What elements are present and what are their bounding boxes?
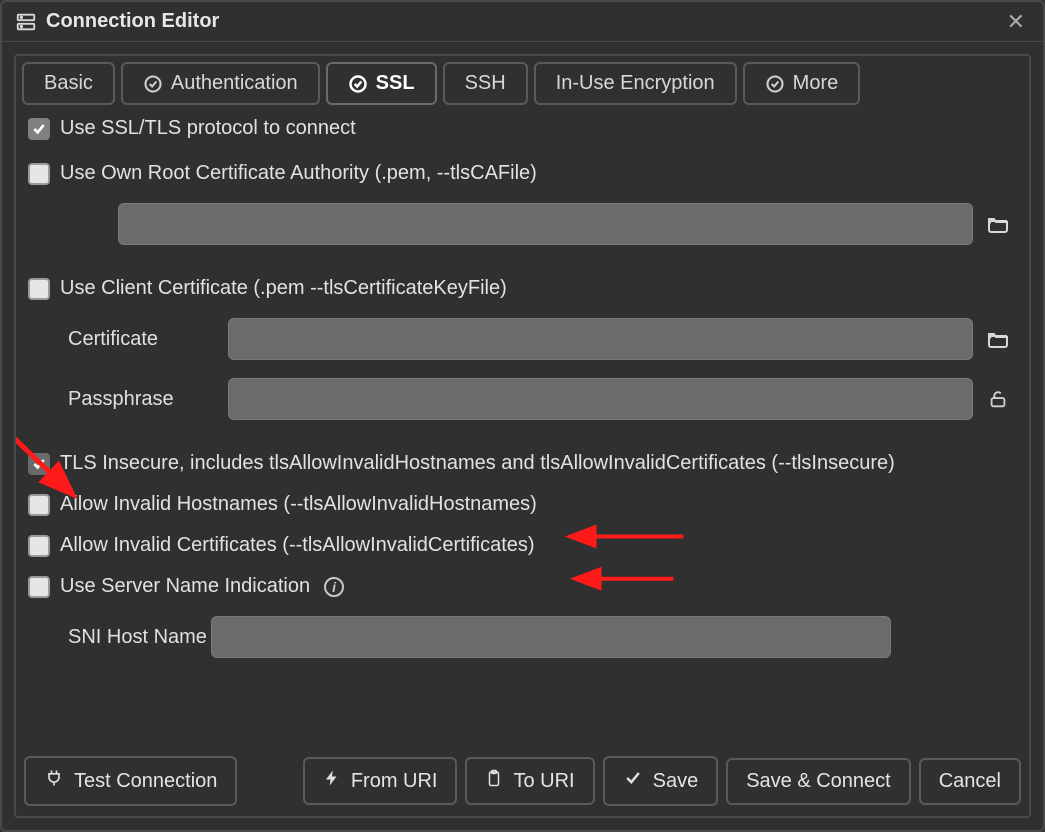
- tab-more[interactable]: More: [743, 62, 861, 105]
- check-icon: [623, 768, 643, 794]
- to-uri-button[interactable]: To URI: [465, 757, 594, 805]
- checkbox-tls-insecure[interactable]: [28, 453, 50, 475]
- checkbox-allow-invalid-hostnames[interactable]: [28, 494, 50, 516]
- label-tls-insecure: TLS Insecure, includes tlsAllowInvalidHo…: [60, 452, 895, 475]
- check-circle-icon: [143, 74, 163, 94]
- label-use-ssl: Use SSL/TLS protocol to connect: [60, 117, 356, 140]
- row-allow-invalid-certs: Allow Invalid Certificates (--tlsAllowIn…: [28, 534, 1013, 557]
- button-label: From URI: [351, 770, 438, 793]
- footer: Test Connection From URI To URI Save: [22, 746, 1023, 816]
- bolt-icon: [323, 769, 341, 793]
- titlebar: Connection Editor ✕: [2, 2, 1043, 42]
- label-certificate: Certificate: [68, 328, 218, 351]
- row-use-ssl: Use SSL/TLS protocol to connect: [28, 117, 1013, 140]
- label-own-root-ca: Use Own Root Certificate Authority (.pem…: [60, 162, 537, 185]
- folder-open-icon[interactable]: [983, 209, 1013, 239]
- server-icon: [14, 10, 38, 34]
- cancel-button[interactable]: Cancel: [919, 758, 1021, 805]
- label-client-cert: Use Client Certificate (.pem --tlsCertif…: [60, 277, 507, 300]
- row-use-sni: Use Server Name Indication i: [28, 575, 1013, 598]
- info-icon[interactable]: i: [324, 577, 344, 597]
- tab-label: More: [793, 72, 839, 95]
- button-label: Save & Connect: [746, 770, 891, 793]
- label-passphrase: Passphrase: [68, 388, 218, 411]
- save-connect-button[interactable]: Save & Connect: [726, 758, 911, 805]
- row-own-root-ca-path: [28, 203, 1013, 245]
- tab-label: Authentication: [171, 72, 298, 95]
- ssl-panel: Use SSL/TLS protocol to connect Use Own …: [22, 105, 1023, 746]
- row-client-cert: Use Client Certificate (.pem --tlsCertif…: [28, 277, 1013, 300]
- label-allow-invalid-certs: Allow Invalid Certificates (--tlsAllowIn…: [60, 534, 535, 557]
- tab-basic[interactable]: Basic: [22, 62, 115, 105]
- button-label: To URI: [513, 770, 574, 793]
- tab-in-use-encryption[interactable]: In-Use Encryption: [534, 62, 737, 105]
- row-allow-invalid-hostnames: Allow Invalid Hostnames (--tlsAllowInval…: [28, 493, 1013, 516]
- button-label: Cancel: [939, 770, 1001, 793]
- input-passphrase[interactable]: [228, 378, 973, 420]
- row-sni-hostname: SNI Host Name: [28, 616, 1013, 658]
- tab-label: SSL: [376, 72, 415, 95]
- tab-label: Basic: [44, 72, 93, 95]
- checkbox-use-ssl[interactable]: [28, 118, 50, 140]
- label-use-sni: Use Server Name Indication: [60, 575, 310, 598]
- row-passphrase: Passphrase: [28, 378, 1013, 420]
- tab-ssl[interactable]: SSL: [326, 62, 437, 105]
- checkbox-client-cert[interactable]: [28, 278, 50, 300]
- label-allow-invalid-hostnames: Allow Invalid Hostnames (--tlsAllowInval…: [60, 493, 537, 516]
- input-certificate[interactable]: [228, 318, 973, 360]
- checkbox-own-root-ca[interactable]: [28, 163, 50, 185]
- check-circle-icon: [765, 74, 785, 94]
- tab-label: In-Use Encryption: [556, 72, 715, 95]
- from-uri-button[interactable]: From URI: [303, 757, 458, 805]
- clipboard-icon: [485, 769, 503, 793]
- lock-open-icon[interactable]: [983, 384, 1013, 414]
- body-frame: Basic Authentication SSL SSH In-Use Encr…: [14, 54, 1031, 818]
- test-connection-button[interactable]: Test Connection: [24, 756, 237, 806]
- folder-open-icon[interactable]: [983, 324, 1013, 354]
- row-tls-insecure: TLS Insecure, includes tlsAllowInvalidHo…: [28, 452, 1013, 475]
- button-label: Save: [653, 770, 699, 793]
- tab-label: SSH: [465, 72, 506, 95]
- tab-bar: Basic Authentication SSL SSH In-Use Encr…: [22, 62, 1023, 105]
- row-certificate: Certificate: [28, 318, 1013, 360]
- button-label: Test Connection: [74, 770, 217, 793]
- tab-authentication[interactable]: Authentication: [121, 62, 320, 105]
- save-button[interactable]: Save: [603, 756, 719, 806]
- checkbox-use-sni[interactable]: [28, 576, 50, 598]
- plug-icon: [44, 768, 64, 794]
- close-button[interactable]: ✕: [1001, 9, 1031, 35]
- input-sni-hostname[interactable]: [211, 616, 891, 658]
- connection-editor-window: Connection Editor ✕ Basic Authentication…: [0, 0, 1045, 832]
- input-own-root-ca-path[interactable]: [118, 203, 973, 245]
- check-circle-icon: [348, 74, 368, 94]
- label-sni-hostname: SNI Host Name: [68, 626, 207, 649]
- row-own-root-ca: Use Own Root Certificate Authority (.pem…: [28, 162, 1013, 185]
- checkbox-allow-invalid-certs[interactable]: [28, 535, 50, 557]
- window-title: Connection Editor: [46, 10, 219, 33]
- tab-ssh[interactable]: SSH: [443, 62, 528, 105]
